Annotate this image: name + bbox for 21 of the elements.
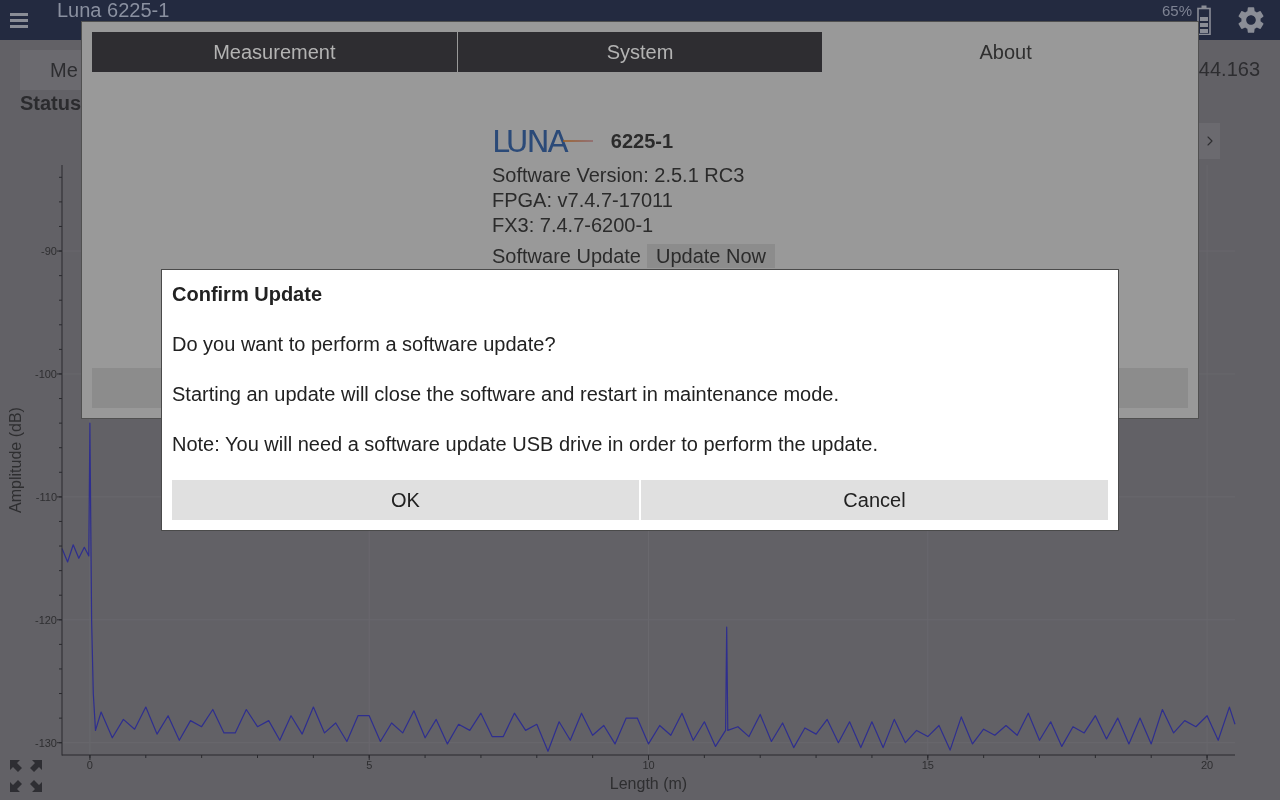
- version-info: FPGA: v7.4.7-17011: [492, 188, 673, 213]
- settings-tab[interactable]: Measurement: [92, 32, 457, 72]
- dialog-message: Starting an update will close the software and restart in maintenance mode.: [172, 382, 841, 406]
- dialog-button[interactable]: Cancel: [641, 480, 1108, 520]
- dialog-message: Do you want to perform a software update?: [172, 332, 557, 356]
- status-label: Status: [20, 92, 82, 115]
- dialog-title: Confirm Update: [172, 282, 323, 306]
- settings-tab[interactable]: System: [457, 32, 823, 72]
- model-name: 6225-1: [610, 129, 674, 153]
- version-info: Software Version: 2.5.1 RC3: [492, 163, 745, 188]
- version-info: FX3: 7.4.7-6200-1: [492, 213, 654, 238]
- update-label: Software Update: [492, 244, 641, 268]
- logo-wordmark: LUNA: [492, 125, 567, 157]
- update-now-button[interactable]: Update Now: [647, 244, 776, 268]
- battery-percent: 65%: [1161, 2, 1192, 19]
- app-title: Luna 6225-1: [57, 0, 170, 20]
- dialog-message: Note: You will need a software update USB drive in order to perform the update.: [172, 432, 879, 456]
- dialog-button[interactable]: OK: [172, 480, 639, 520]
- expand-icon[interactable]: [10, 760, 42, 792]
- menu-icon[interactable]: [10, 12, 28, 28]
- battery-icon: [1197, 5, 1211, 35]
